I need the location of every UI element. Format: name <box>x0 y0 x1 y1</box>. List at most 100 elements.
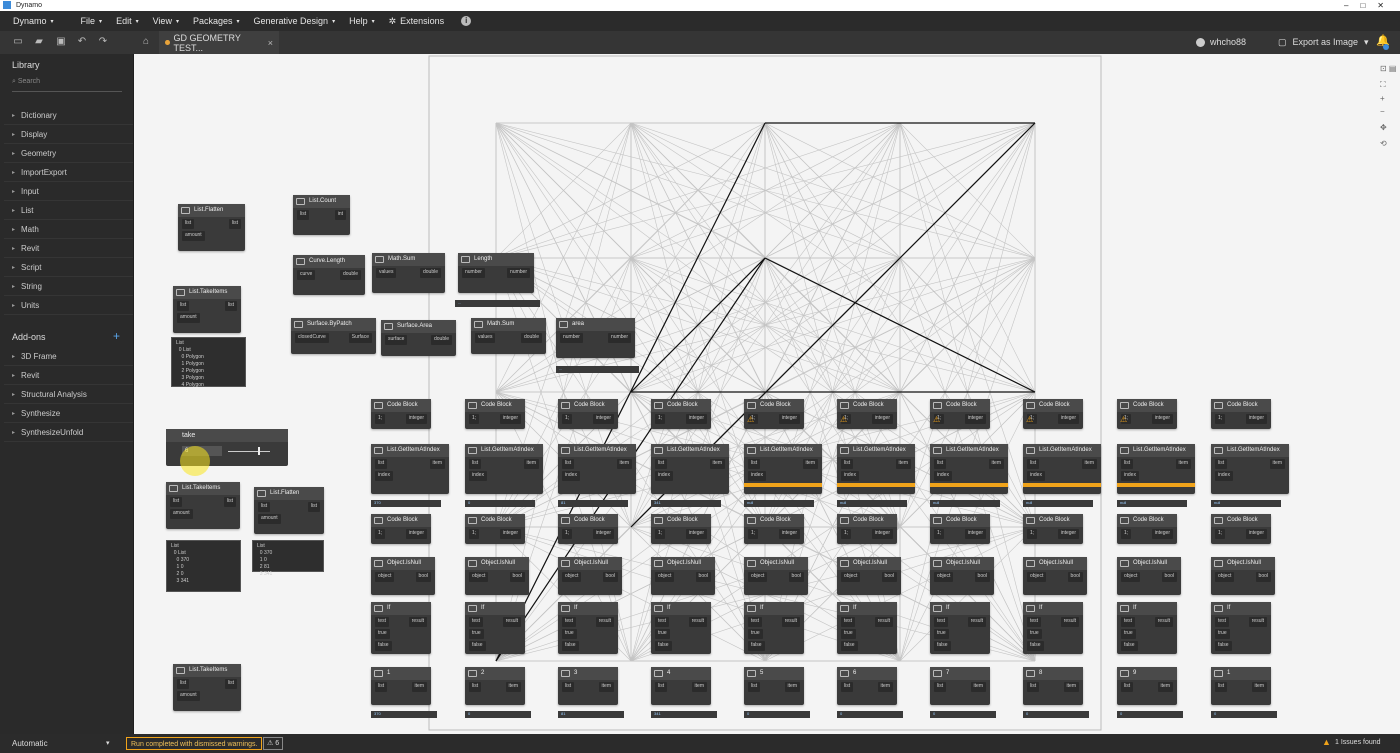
input-port[interactable]: list <box>655 459 668 469</box>
output-port[interactable]: result <box>967 617 986 627</box>
input-port[interactable]: object <box>1027 572 1047 582</box>
node-header[interactable]: Object.IsNull <box>1023 557 1087 570</box>
output-port[interactable]: list <box>228 219 241 229</box>
node-list-flatten[interactable]: List.Flatten list list amount <box>178 204 245 251</box>
node-list-getitematindex[interactable]: List.GetItemAtIndex list item index <box>1117 444 1195 494</box>
node-header[interactable]: Object.IsNull <box>744 557 808 570</box>
node-list-getitematindex[interactable]: List.GetItemAtIndex list item index <box>837 444 915 494</box>
node-code-block[interactable]: Code Block 1; integer ⚠ <box>1117 399 1177 429</box>
node-if[interactable]: If test result true false <box>371 602 431 654</box>
input-port[interactable]: curve <box>297 270 316 280</box>
addon-item-revit[interactable]: ▸ Revit <box>4 366 133 385</box>
input-port[interactable]: surface <box>385 335 408 345</box>
output-port[interactable]: bool <box>1255 572 1271 582</box>
output-port[interactable]: integer <box>499 529 521 539</box>
input-port[interactable]: list <box>562 459 575 469</box>
input-port[interactable]: object <box>841 572 861 582</box>
input-port[interactable]: list <box>1215 459 1228 469</box>
node-code-block[interactable]: Code Block 1; integer <box>558 514 618 544</box>
watch-node[interactable]: List 0 List 0 370 1 0 2 0 3 341 <box>166 540 241 592</box>
output-port[interactable]: item <box>877 682 893 692</box>
new-file-icon[interactable]: ▭ <box>12 36 24 48</box>
window-controls[interactable]: –□✕ <box>1344 0 1396 11</box>
input-port[interactable]: 1; <box>1215 529 1226 539</box>
node-if[interactable]: If test result true false <box>1117 602 1177 654</box>
node-header[interactable]: List.GetItemAtIndex <box>744 444 822 457</box>
addon-item-structural-analysis[interactable]: ▸ Structural Analysis <box>4 385 133 404</box>
node-header[interactable]: List.TakeItems <box>166 482 240 495</box>
node-header[interactable]: Curve.Length <box>293 255 365 268</box>
slider-thumb[interactable] <box>258 447 260 455</box>
input-port[interactable]: list <box>182 219 195 229</box>
output-port[interactable]: result <box>595 617 614 627</box>
input-port[interactable]: list <box>469 459 482 469</box>
output-port[interactable]: integer <box>871 529 893 539</box>
output-port[interactable]: bool <box>415 572 431 582</box>
node-if[interactable]: If test result true false <box>558 602 618 654</box>
input-port[interactable]: true <box>1027 629 1042 639</box>
node-header[interactable]: Code Block <box>1211 514 1271 527</box>
input-port[interactable]: false <box>562 641 579 651</box>
input-port[interactable]: 1; <box>562 414 573 424</box>
node-header[interactable]: List.GetItemAtIndex <box>837 444 915 457</box>
node-header[interactable]: List.GetItemAtIndex <box>558 444 636 457</box>
node-list-getitematindex[interactable]: List.GetItemAtIndex list item index <box>1211 444 1289 494</box>
input-port[interactable]: list <box>469 682 482 692</box>
input-port[interactable]: false <box>1215 641 1232 651</box>
output-port[interactable]: integer <box>685 414 707 424</box>
slider-track[interactable] <box>228 451 270 452</box>
output-port[interactable]: item <box>411 682 427 692</box>
node-object-isnull[interactable]: Object.IsNull object bool <box>744 557 808 595</box>
node-header[interactable]: Object.IsNull <box>371 557 435 570</box>
add-addon-icon[interactable]: + <box>113 329 120 343</box>
node-header[interactable]: Code Block <box>1023 514 1083 527</box>
input-port[interactable]: 1; <box>1215 414 1226 424</box>
issues-found-label[interactable]: 1 Issues found <box>1335 739 1381 746</box>
input-port[interactable]: amount <box>170 509 193 519</box>
input-port[interactable]: list <box>375 459 388 469</box>
input-port[interactable]: index <box>934 471 952 481</box>
input-port[interactable]: list <box>170 497 183 507</box>
input-port[interactable]: true <box>841 629 856 639</box>
output-port[interactable]: result <box>874 617 893 627</box>
input-port[interactable]: false <box>1027 641 1044 651</box>
input-port[interactable]: closedCurve <box>295 333 329 343</box>
addon-item-3d-frame[interactable]: ▸ 3D Frame <box>4 347 133 366</box>
input-port[interactable]: list <box>1121 459 1134 469</box>
menu-item-extensions[interactable]: ✲ Extensions <box>382 16 452 27</box>
menu-item-file[interactable]: File ▾ <box>74 16 110 26</box>
node-watch[interactable]: 1 list item <box>371 667 431 705</box>
node-header[interactable]: If <box>1211 602 1271 615</box>
input-port[interactable]: index <box>1121 471 1139 481</box>
node-watch[interactable]: 4 list item <box>651 667 711 705</box>
input-port[interactable]: 1; <box>655 529 666 539</box>
output-port[interactable]: item <box>505 682 521 692</box>
input-port[interactable]: false <box>469 641 486 651</box>
input-port[interactable]: object <box>1121 572 1141 582</box>
library-item-list[interactable]: ▸ List <box>4 201 133 220</box>
input-port[interactable]: index <box>748 471 766 481</box>
input-port[interactable]: list <box>258 502 271 512</box>
output-port[interactable]: item <box>1157 682 1173 692</box>
node-code-block[interactable]: Code Block 1; integer <box>837 514 897 544</box>
node-header[interactable]: If <box>744 602 804 615</box>
node-header[interactable]: If <box>837 602 897 615</box>
output-port[interactable]: integer <box>964 414 986 424</box>
input-port[interactable]: amount <box>177 691 200 701</box>
input-port[interactable]: values <box>475 333 496 343</box>
output-port[interactable]: item <box>802 459 818 469</box>
output-port[interactable]: list <box>224 679 237 689</box>
input-port[interactable]: index <box>841 471 859 481</box>
library-item-input[interactable]: ▸ Input <box>4 182 133 201</box>
input-port[interactable]: test <box>375 617 390 627</box>
input-port[interactable]: test <box>841 617 856 627</box>
undo-icon[interactable]: ↶ <box>76 36 88 48</box>
output-port[interactable]: bool <box>1161 572 1177 582</box>
node-watch[interactable]: 2 list item <box>465 667 525 705</box>
input-port[interactable]: false <box>934 641 951 651</box>
node-header[interactable]: 5 <box>744 667 804 680</box>
node-object-isnull[interactable]: Object.IsNull object bool <box>837 557 901 595</box>
node-code-block[interactable]: Code Block 1; integer <box>371 514 431 544</box>
watch-node[interactable]: List 0 370 1 0 2 81 3 341 <box>252 540 324 577</box>
node-header[interactable]: Code Block <box>930 399 990 412</box>
